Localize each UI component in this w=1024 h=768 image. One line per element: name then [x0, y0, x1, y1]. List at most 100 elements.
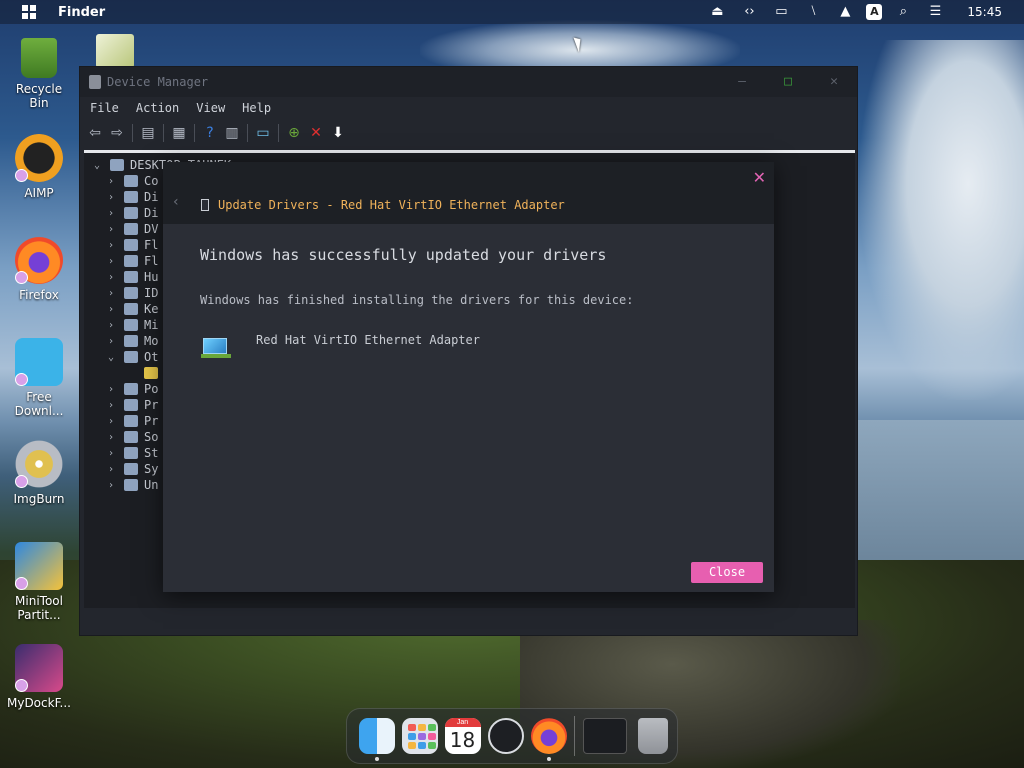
close-button[interactable]: Close: [691, 562, 763, 583]
wallpaper-clouds: [860, 40, 1024, 400]
forward-icon[interactable]: ⇨: [108, 124, 126, 142]
device-category-icon: [124, 239, 138, 251]
desktop-icon-label: Recycle Bin: [15, 82, 63, 110]
action-pane-icon[interactable]: ▥: [223, 124, 241, 142]
trash-icon[interactable]: [638, 718, 668, 754]
tree-item-label: Sy: [144, 462, 159, 476]
input-method-icon[interactable]: A: [866, 4, 883, 20]
menu-help[interactable]: Help: [242, 101, 271, 115]
calendar-month: Jan: [444, 718, 481, 727]
tree-item-label: Mi: [144, 318, 159, 332]
toolbar-separator: [163, 124, 164, 142]
clock[interactable]: 15:45: [967, 5, 1002, 19]
search-icon[interactable]: ⌕: [892, 3, 914, 21]
warning-device-icon: [144, 367, 158, 379]
toggle-icon[interactable]: ☰: [924, 3, 946, 21]
desktop-icon-free-download[interactable]: Free Downl...: [0, 338, 78, 418]
device-category-icon: [124, 351, 138, 363]
minitool-icon: [15, 542, 63, 590]
device-category-icon: [124, 335, 138, 347]
window-title: Device Manager: [107, 75, 209, 89]
properties-icon[interactable]: ▦: [170, 124, 188, 142]
help-icon[interactable]: ?: [201, 124, 219, 142]
tree-item-label: Pr: [144, 398, 159, 412]
chevron-right-icon[interactable]: ›: [104, 464, 118, 475]
device-category-icon: [124, 287, 138, 299]
tree-item-label: Di: [144, 206, 159, 220]
free-download-icon: [15, 338, 63, 386]
show-hide-console-icon[interactable]: ▤: [139, 124, 157, 142]
imgburn-icon: [15, 440, 63, 488]
back-arrow-icon[interactable]: ‹: [173, 194, 179, 210]
tree-item-label: Pr: [144, 414, 159, 428]
calendar-icon[interactable]: Jan 18: [444, 718, 481, 754]
chevron-right-icon[interactable]: ›: [104, 224, 118, 235]
active-app-name[interactable]: Finder: [58, 5, 105, 20]
windows-logo-icon[interactable]: [22, 5, 36, 19]
firefox-icon[interactable]: [530, 718, 567, 761]
chevron-right-icon[interactable]: ›: [104, 432, 118, 443]
chevron-right-icon[interactable]: ›: [104, 320, 118, 331]
back-icon[interactable]: ⇦: [86, 124, 104, 142]
chevron-right-icon[interactable]: ›: [104, 240, 118, 251]
toolbar-separator: [247, 124, 248, 142]
maximize-button[interactable]: □: [765, 67, 811, 97]
chevron-right-icon[interactable]: ›: [104, 384, 118, 395]
chevron-right-icon[interactable]: ›: [104, 272, 118, 283]
desktop-icon-recycle-bin[interactable]: Recycle Bin: [0, 34, 78, 110]
eject-icon[interactable]: ⏏: [706, 3, 728, 21]
chevron-right-icon[interactable]: ›: [104, 448, 118, 459]
dialog-title-text: Update Drivers - Red Hat VirtIO Ethernet…: [218, 198, 565, 212]
tree-item-label: ID: [144, 286, 159, 300]
desktop-icon-label: MyDockF...: [6, 696, 71, 710]
chevron-right-icon[interactable]: ›: [104, 416, 118, 427]
device-category-icon: [124, 271, 138, 283]
device-category-icon: [124, 383, 138, 395]
enable-device-icon[interactable]: ⬇: [329, 124, 347, 142]
window-thumbnail[interactable]: [582, 718, 627, 754]
menu-file[interactable]: File: [90, 101, 119, 115]
tree-item-label: Ke: [144, 302, 159, 316]
chevron-right-icon[interactable]: ›: [104, 288, 118, 299]
desktop-icon-aimp[interactable]: AIMP: [0, 134, 78, 200]
desktop-icon-imgburn[interactable]: ImgBurn: [0, 440, 78, 506]
clock-icon[interactable]: [487, 718, 524, 754]
uninstall-icon[interactable]: ✕: [307, 124, 325, 142]
chevron-right-icon[interactable]: ›: [104, 256, 118, 267]
menu-view[interactable]: View: [196, 101, 225, 115]
device-name: Red Hat VirtIO Ethernet Adapter: [256, 333, 480, 347]
monitor-icon[interactable]: ▭: [770, 3, 792, 21]
device-category-icon: [124, 303, 138, 315]
chevron-right-icon[interactable]: ›: [104, 336, 118, 347]
chevron-down-icon[interactable]: ⌄: [90, 160, 104, 171]
network-off-icon[interactable]: ⧵: [802, 3, 824, 21]
code-icon[interactable]: ‹›: [738, 3, 760, 21]
device-category-icon: [124, 223, 138, 235]
close-icon[interactable]: ✕: [753, 168, 766, 187]
update-driver-icon[interactable]: ⊕: [285, 124, 303, 142]
close-window-button[interactable]: ✕: [811, 67, 857, 97]
mydock-icon: [15, 644, 63, 692]
chevron-right-icon[interactable]: ›: [104, 304, 118, 315]
menu-action[interactable]: Action: [136, 101, 179, 115]
launchpad-icon[interactable]: [401, 718, 438, 754]
chevron-right-icon[interactable]: ›: [104, 208, 118, 219]
desktop-icon-minitool[interactable]: MiniTool Partit...: [0, 542, 78, 622]
top-menu-bar: Finder ⏏ ‹› ▭ ⧵ ▲ A ⌕ ☰ 15:45: [0, 0, 1024, 24]
desktop-icon-mydock[interactable]: MyDockF...: [0, 644, 78, 710]
desktop-icon-label: AIMP: [24, 186, 54, 200]
scan-hardware-icon[interactable]: ▭: [254, 124, 272, 142]
toolbar: ⇦ ⇨ ▤ ▦ ? ▥ ▭ ⊕ ✕ ⬇: [80, 119, 857, 147]
finder-icon[interactable]: [358, 718, 395, 761]
upload-icon[interactable]: ▲: [834, 3, 856, 21]
chevron-right-icon[interactable]: ›: [104, 176, 118, 187]
desktop-icon-firefox[interactable]: Firefox: [0, 236, 78, 302]
status-bar: [80, 609, 857, 635]
chevron-right-icon[interactable]: ›: [104, 400, 118, 411]
chevron-right-icon[interactable]: ⌄: [104, 352, 118, 363]
minimize-button[interactable]: —: [719, 67, 765, 97]
chevron-right-icon[interactable]: ›: [104, 480, 118, 491]
notepad-icon[interactable]: [96, 34, 134, 68]
title-bar[interactable]: Device Manager — □ ✕: [80, 67, 857, 97]
chevron-right-icon[interactable]: ›: [104, 192, 118, 203]
